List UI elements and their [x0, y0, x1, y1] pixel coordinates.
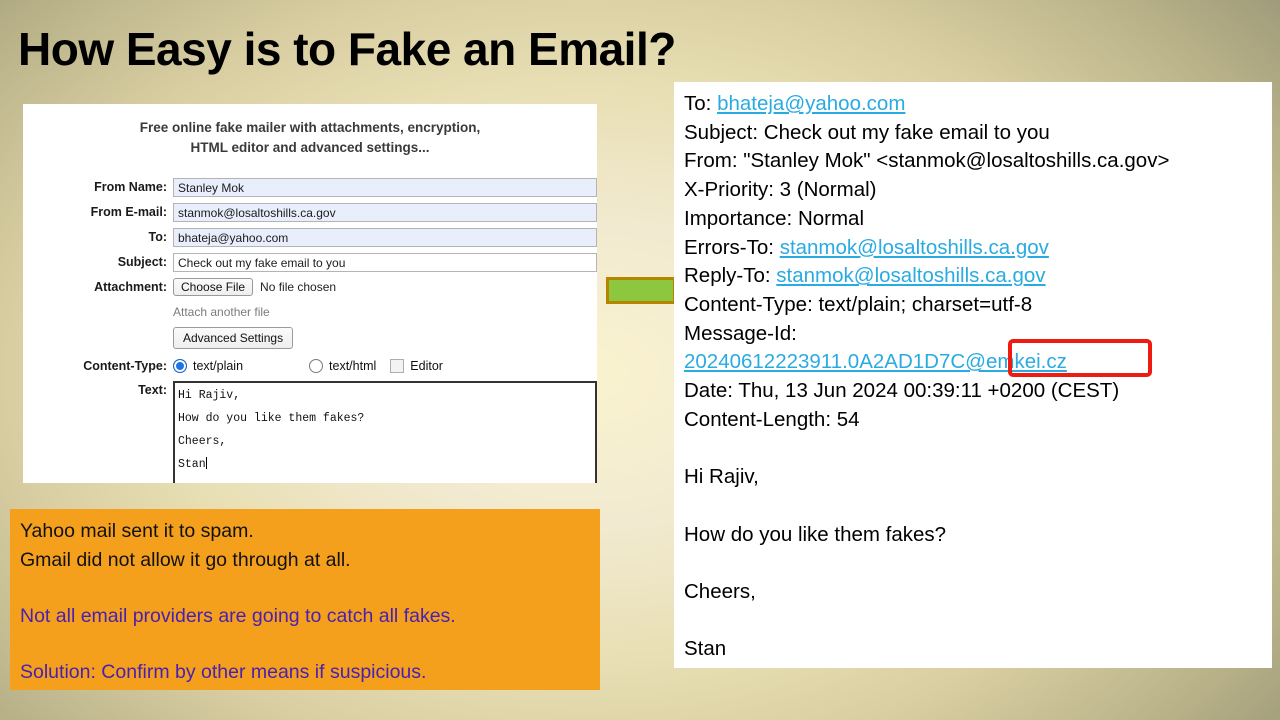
form-heading-line-1: Free online fake mailer with attachments… — [139, 120, 481, 135]
to-input[interactable]: bhateja@yahoo.com — [173, 227, 597, 247]
email-body-line-3: Cheers, — [684, 579, 756, 603]
orange-callout-box: Yahoo mail sent it to spam. Gmail did no… — [10, 509, 600, 690]
no-file-chosen-text: No file chosen — [260, 280, 337, 295]
editor-checkbox-label: Editor — [410, 359, 443, 374]
header-message-id-label: Message-Id: — [684, 321, 797, 345]
advanced-settings-button[interactable]: Advanced Settings — [173, 327, 294, 350]
radio-text-plain[interactable] — [173, 359, 187, 374]
callout-line-2: Gmail did not allow it go through at all… — [20, 549, 351, 571]
email-body-line-1: Hi Rajiv, — [684, 465, 759, 489]
form-row-attachment: Attachment: Choose File No file chosen — [51, 277, 597, 297]
header-reply-to-label: Reply-To: — [684, 264, 771, 288]
email-body-line-2: How do you like them fakes? — [684, 522, 947, 546]
callout-line-4: Solution: Confirm by other means if susp… — [20, 661, 427, 683]
page-title: How Easy is to Fake an Email? — [18, 23, 676, 75]
email-headers-panel: To: bhateja@yahoo.com Subject: Check out… — [674, 82, 1272, 668]
header-subject: Subject: Check out my fake email to you — [684, 120, 1050, 144]
header-date: Date: Thu, 13 Jun 2024 00:39:11 +0200 (C… — [684, 379, 1120, 403]
form-heading-line-2: HTML editor and advanced settings... — [190, 139, 430, 155]
choose-file-button[interactable]: Choose File — [173, 278, 254, 297]
form-row-subject: Subject: Check out my fake email to you — [51, 252, 597, 272]
attach-another-file-link[interactable]: Attach another file — [173, 305, 270, 319]
header-to-address-link[interactable]: bhateja@yahoo.com — [717, 92, 905, 115]
header-content-type: Content-Type: text/plain; charset=utf-8 — [684, 292, 1033, 316]
header-to: To: bhateja@yahoo.com — [684, 90, 1272, 119]
form-heading: Free online fake mailer with attachments… — [23, 104, 597, 157]
header-message-id-value: 20240612223911.0A2AD1D7C@emkei.cz — [684, 348, 1272, 377]
form-row-from-name: From Name: Stanley Mok — [51, 177, 597, 197]
header-message-id-link[interactable]: 20240612223911.0A2AD1D7C@emkei.cz — [684, 350, 1067, 373]
header-errors-to: Errors-To: stanmok@losaltoshills.ca.gov — [684, 234, 1272, 263]
form-row-from-email: From E-mail: stanmok@losaltoshills.ca.go… — [51, 202, 597, 222]
text-cursor — [205, 457, 207, 470]
radio-text-plain-label: text/plain — [193, 359, 244, 374]
content-type-label: Content-Type: — [83, 359, 167, 374]
green-arrow-connector — [606, 277, 676, 304]
header-content-length: Content-Length: 54 — [684, 407, 860, 431]
callout-line-1: Yahoo mail sent it to spam. — [20, 520, 254, 542]
form-row-advanced-settings: Advanced Settings — [51, 327, 597, 350]
to-label: To: — [148, 230, 167, 245]
body-spacer-1 — [684, 434, 1272, 463]
form-row-content-type: Content-Type: text/plain text/html Edito… — [51, 356, 597, 376]
radio-text-html-label: text/html — [329, 359, 377, 374]
editor-checkbox[interactable] — [390, 359, 405, 374]
message-body-textarea[interactable]: Hi Rajiv, How do you like them fakes? Ch… — [173, 381, 597, 483]
header-from: From: "Stanley Mok" <stanmok@losaltoshil… — [684, 149, 1170, 173]
callout-gap-2 — [20, 631, 600, 658]
header-errors-to-link[interactable]: stanmok@losaltoshills.ca.gov — [780, 236, 1049, 259]
body-spacer-3 — [684, 549, 1272, 578]
radio-text-html[interactable] — [309, 359, 324, 374]
header-reply-to: Reply-To: stanmok@losaltoshills.ca.gov — [684, 262, 1272, 291]
body-line-1: Hi Rajiv, — [178, 389, 241, 403]
header-errors-to-label: Errors-To: — [684, 235, 774, 259]
form-row-text: Text: Hi Rajiv, How do you like them fak… — [51, 381, 597, 483]
email-body-line-4: Stan — [684, 637, 727, 661]
form-row-attach-another: Attach another file — [51, 302, 597, 322]
from-email-label: From E-mail: — [90, 205, 167, 220]
body-line-3: Cheers, — [178, 435, 227, 449]
header-to-label: To: — [684, 92, 712, 115]
form-row-to: To: bhateja@yahoo.com — [51, 227, 597, 247]
attachment-label: Attachment: — [94, 280, 167, 295]
subject-input[interactable]: Check out my fake email to you — [173, 252, 597, 272]
from-name-input[interactable]: Stanley Mok — [173, 177, 597, 197]
body-spacer-2 — [684, 492, 1272, 521]
from-name-label: From Name: — [94, 180, 167, 195]
form-fields: From Name: Stanley Mok From E-mail: stan… — [23, 177, 597, 483]
header-reply-to-link[interactable]: stanmok@losaltoshills.ca.gov — [776, 264, 1045, 287]
header-importance: Importance: Normal — [684, 206, 865, 230]
fake-mailer-form-panel: Free online fake mailer with attachments… — [23, 104, 597, 483]
from-email-input[interactable]: stanmok@losaltoshills.ca.gov — [173, 202, 597, 222]
body-spacer-4 — [684, 607, 1272, 636]
header-x-priority: X-Priority: 3 (Normal) — [684, 178, 877, 202]
body-line-4: Stan — [178, 458, 206, 472]
body-line-2: How do you like them fakes? — [178, 412, 365, 426]
text-label: Text: — [138, 383, 167, 398]
callout-gap-1 — [20, 575, 600, 602]
callout-line-3: Not all email providers are going to cat… — [20, 605, 456, 627]
slide-canvas: How Easy is to Fake an Email? Free onlin… — [0, 0, 1280, 720]
subject-label: Subject: — [117, 255, 167, 270]
